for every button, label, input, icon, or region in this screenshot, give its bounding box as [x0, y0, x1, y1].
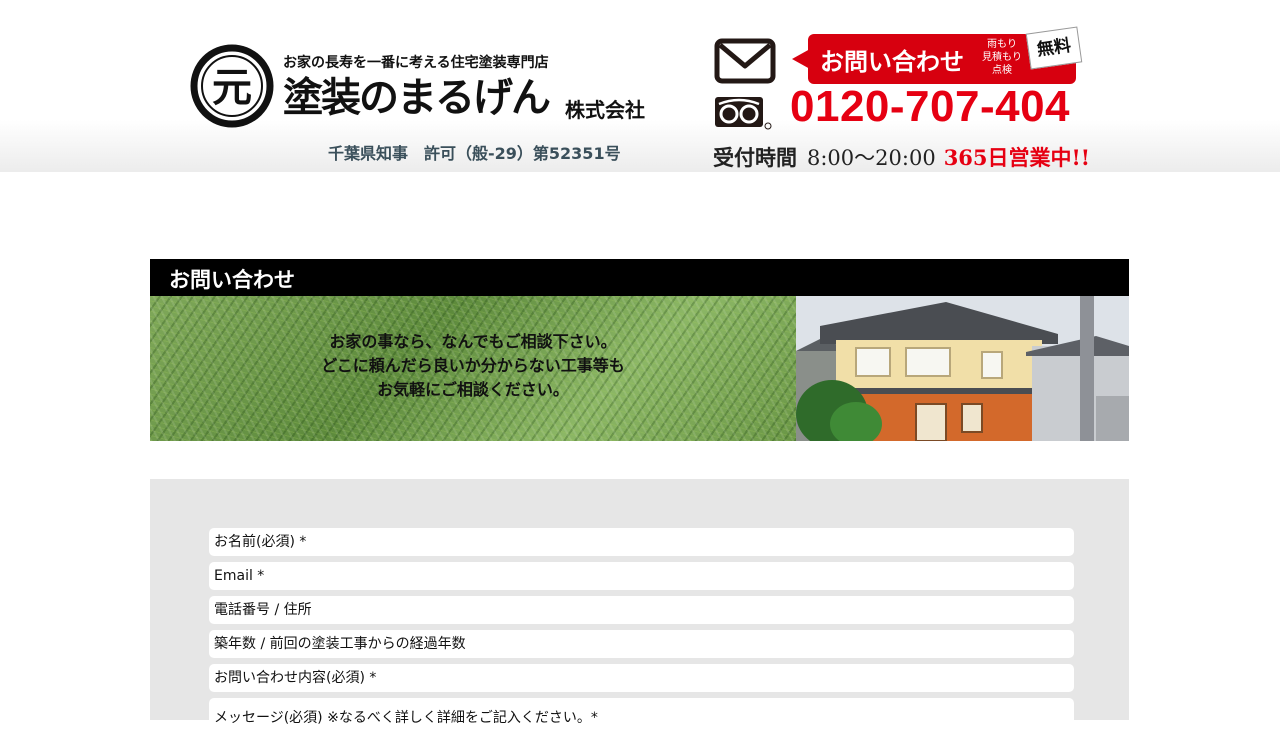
- logo-glyph: 元: [212, 64, 252, 111]
- banner-line: お家の事なら、なんでもご相談下さい。: [329, 332, 617, 351]
- building-age-field[interactable]: [209, 630, 1074, 658]
- company-suffix: 株式会社: [565, 98, 645, 122]
- site-header: 元 お家の長寿を一番に考える住宅塗装専門店 塗装のまるげん 株式会社 千葉県知事…: [0, 0, 1280, 172]
- logo-emblem-icon[interactable]: 元: [190, 44, 274, 128]
- contact-banner: お家の事なら、なんでもご相談下さい。 どこに頼んだら良いか分からない工事等も お…: [150, 296, 1129, 441]
- section-title-bar: お問い合わせ: [150, 259, 1129, 296]
- contact-badge-label: お問い合わせ: [820, 47, 964, 76]
- banner-message: お家の事なら、なんでもご相談下さい。 どこに頼んだら良いか分からない工事等も お…: [150, 330, 796, 402]
- inquiry-subject-field[interactable]: [209, 664, 1074, 692]
- section-title: お問い合わせ: [169, 268, 295, 292]
- name-field[interactable]: [209, 528, 1074, 556]
- contact-form: [150, 479, 1129, 738]
- contact-button[interactable]: お問い合わせ 雨もり 見積もり 点検 無料: [792, 26, 1083, 84]
- contact-badge-note-line: 雨もり: [987, 39, 1017, 50]
- contact-badge-note: 雨もり 見積もり 点検: [978, 38, 1026, 77]
- email-field[interactable]: [209, 562, 1074, 590]
- house-photo: [796, 296, 1129, 441]
- freedial-icon: [715, 97, 772, 130]
- tagline: お家の長寿を一番に考える住宅塗装専門店: [283, 55, 549, 71]
- license-number: 千葉県知事 許可（般-29）第52351号: [328, 144, 621, 163]
- business-hours: 受付時間 8:00〜20:00 365日営業中!!: [713, 142, 1090, 172]
- phone-number[interactable]: 0120-707-404: [790, 82, 1070, 132]
- open-every-day: 365日営業中!!: [943, 145, 1090, 170]
- banner-line: どこに頼んだら良いか分からない工事等も: [321, 356, 625, 375]
- hours-label: 受付時間: [713, 145, 797, 170]
- contact-badge-note-line: 点検: [992, 65, 1012, 76]
- message-field[interactable]: [209, 698, 1074, 738]
- hours-time: 8:00〜20:00: [807, 146, 936, 170]
- company-name[interactable]: 塗装のまるげん: [283, 74, 551, 122]
- phone-address-field[interactable]: [209, 596, 1074, 624]
- free-stamp: 無料: [1025, 26, 1083, 70]
- contact-badge-note-line: 見積もり: [982, 52, 1022, 63]
- mail-icon[interactable]: [714, 38, 776, 84]
- banner-line: お気軽にご相談ください。: [377, 380, 569, 399]
